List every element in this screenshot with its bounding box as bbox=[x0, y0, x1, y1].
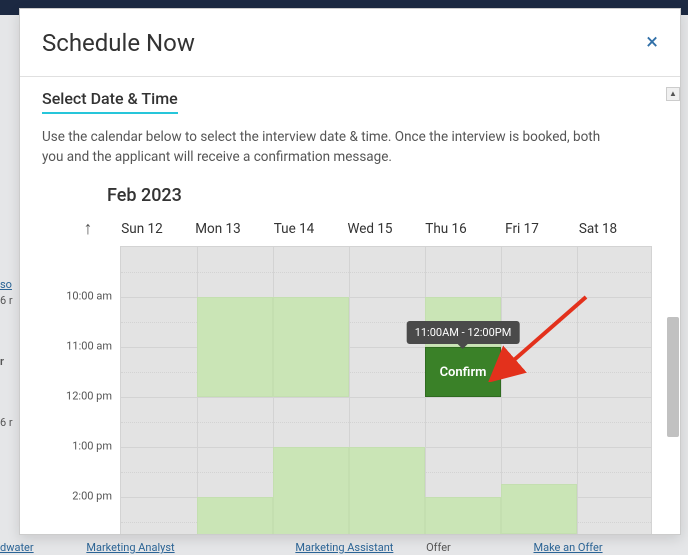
available-slot[interactable] bbox=[273, 447, 349, 534]
calendar-grid: 10:00 am 11:00 am 12:00 pm 1:00 pm 2:00 … bbox=[54, 246, 668, 534]
calendar-header-row: ↑ Sun 12 Mon 13 Tue 14 Wed 15 Thu 16 Fri… bbox=[54, 218, 668, 239]
schedule-modal: Schedule Now × Select Date & Time Use th… bbox=[19, 8, 681, 535]
section-heading: Select Date & Time bbox=[42, 89, 178, 114]
background-left-fragments: so 6 r r 6 r bbox=[0, 278, 13, 499]
available-slot[interactable] bbox=[425, 497, 501, 534]
available-slot[interactable] bbox=[197, 497, 273, 534]
modal-title: Schedule Now bbox=[42, 29, 195, 57]
month-label: Feb 2023 bbox=[107, 185, 668, 206]
time-label: 11:00 am bbox=[66, 340, 112, 353]
day-header: Wed 15 bbox=[332, 221, 408, 237]
time-label: 12:00 pm bbox=[66, 390, 112, 403]
day-header: Sat 18 bbox=[560, 221, 636, 237]
available-slot[interactable] bbox=[501, 484, 577, 534]
day-header: Sun 12 bbox=[104, 221, 180, 237]
close-button[interactable]: × bbox=[646, 32, 658, 54]
modal-header: Schedule Now × bbox=[20, 9, 680, 77]
modal-scrollbar[interactable]: ▲ bbox=[666, 87, 680, 534]
section-instructions: Use the calendar below to select the int… bbox=[42, 128, 622, 167]
day-header: Fri 17 bbox=[484, 221, 560, 237]
available-slot[interactable] bbox=[273, 297, 349, 397]
confirm-label: Confirm bbox=[440, 365, 487, 380]
available-slot[interactable] bbox=[197, 297, 273, 397]
day-header: Thu 16 bbox=[408, 221, 484, 237]
background-table-row: dwater Marketing Analyst Marketing Assis… bbox=[0, 541, 688, 555]
scrollbar-up-icon[interactable]: ▲ bbox=[666, 87, 680, 101]
time-axis: 10:00 am 11:00 am 12:00 pm 1:00 pm 2:00 … bbox=[54, 246, 120, 534]
scrollbar-thumb[interactable] bbox=[667, 317, 679, 437]
day-header: Mon 13 bbox=[180, 221, 256, 237]
scroll-up-icon[interactable]: ↑ bbox=[72, 218, 104, 239]
day-header: Tue 14 bbox=[256, 221, 332, 237]
time-label: 10:00 am bbox=[66, 290, 112, 303]
selected-slot-confirm-button[interactable]: Confirm bbox=[425, 347, 501, 397]
time-label: 2:00 pm bbox=[72, 490, 112, 503]
available-slot[interactable] bbox=[349, 447, 425, 534]
grid-area[interactable]: Confirm 11:00AM - 12:00PM bbox=[120, 246, 652, 534]
time-label: 1:00 pm bbox=[72, 440, 112, 453]
calendar: Feb 2023 ↑ Sun 12 Mon 13 Tue 14 Wed 15 T… bbox=[42, 185, 668, 534]
modal-body: Select Date & Time Use the calendar belo… bbox=[20, 77, 680, 534]
slot-tooltip: 11:00AM - 12:00PM bbox=[407, 321, 520, 344]
